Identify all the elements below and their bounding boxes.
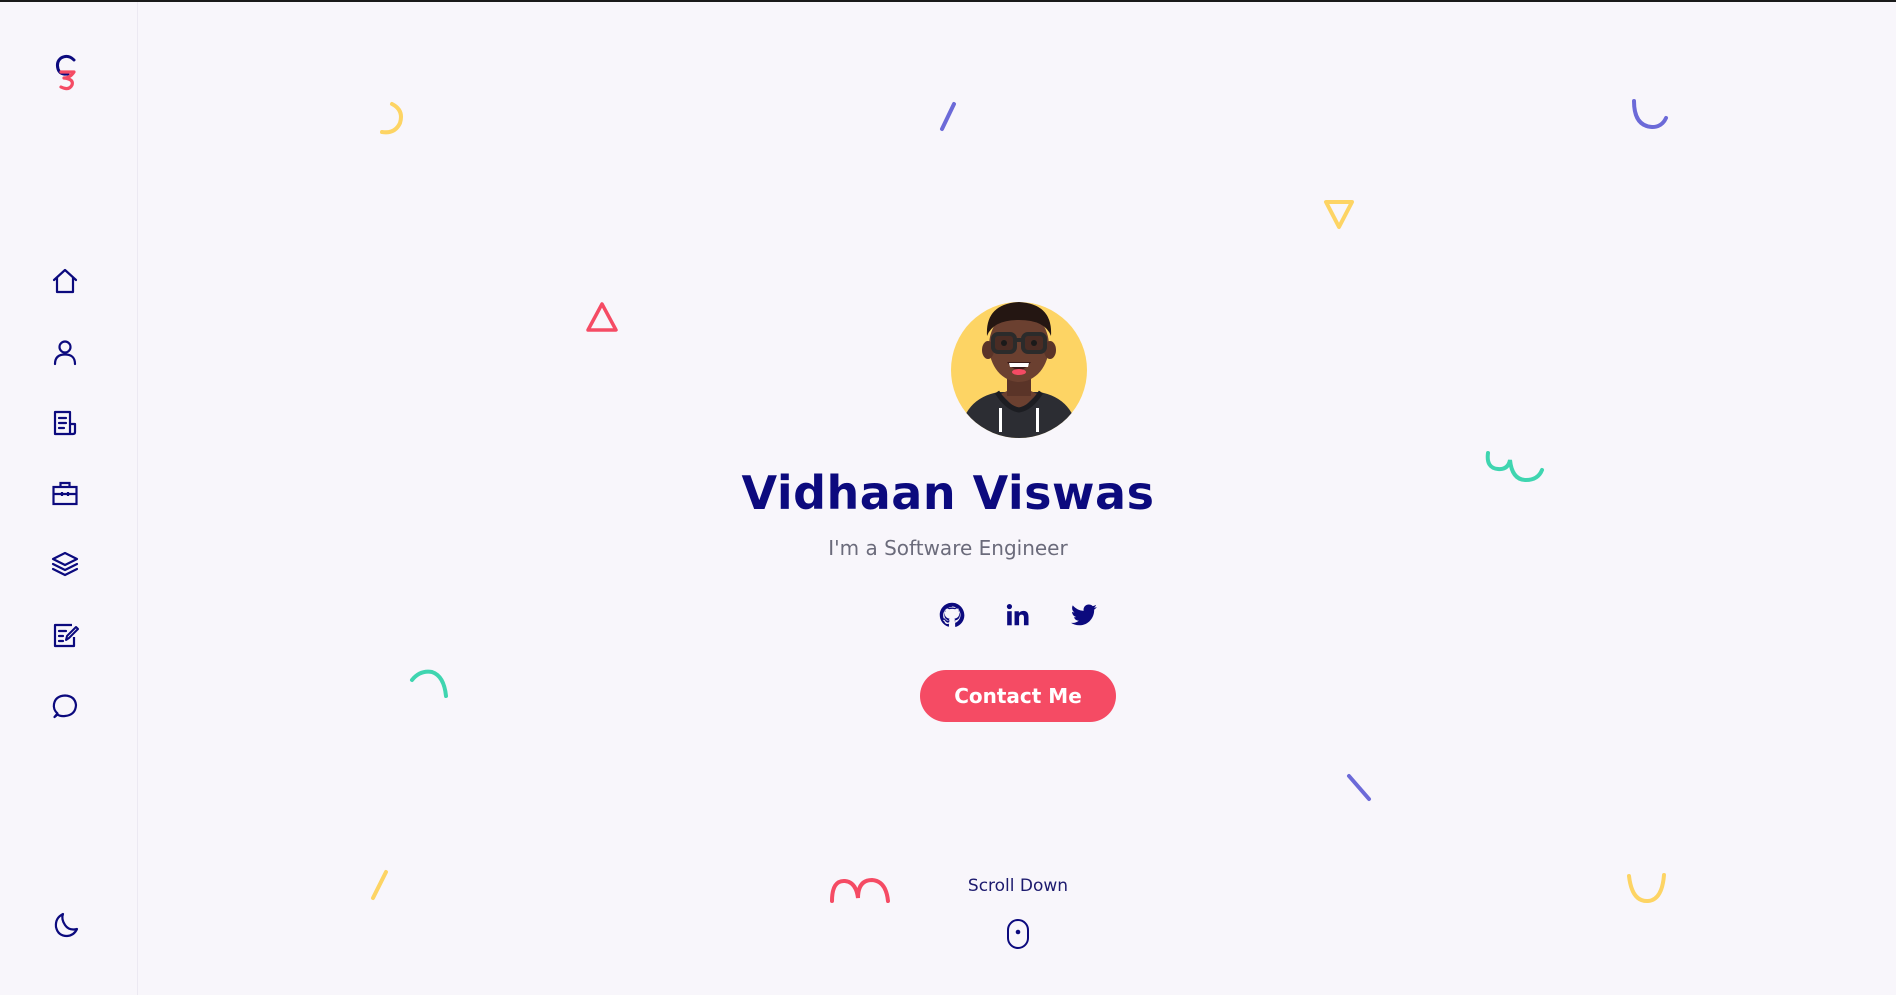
hero-name: Vidhaan Viswas xyxy=(741,466,1155,520)
theme-toggle-button[interactable] xyxy=(48,908,82,942)
logo[interactable] xyxy=(52,52,84,92)
linkedin-icon xyxy=(1006,603,1029,626)
github-link[interactable] xyxy=(936,599,968,631)
gs-logo-icon xyxy=(55,54,76,91)
mouse-scroll-icon[interactable] xyxy=(1006,918,1030,950)
user-icon xyxy=(53,340,77,366)
home-icon xyxy=(52,268,78,294)
chat-icon xyxy=(52,694,78,719)
twitter-icon xyxy=(1071,604,1097,626)
hero-subtitle: I'm a Software Engineer xyxy=(828,536,1068,560)
twitter-link[interactable] xyxy=(1068,599,1100,631)
sidebar-item-contact[interactable] xyxy=(48,689,82,723)
sidebar-item-home[interactable] xyxy=(48,264,82,298)
avatar xyxy=(951,302,1087,438)
social-links xyxy=(936,597,1100,633)
decorative-arc-shape xyxy=(380,102,403,135)
edit-icon xyxy=(53,623,79,648)
decorative-arc-shape xyxy=(1632,99,1668,130)
sidebar-item-resume[interactable] xyxy=(48,406,82,440)
scroll-down-label[interactable]: Scroll Down xyxy=(0,876,1896,896)
decorative-line-shape xyxy=(940,102,956,131)
decorative-triangle-shape xyxy=(1324,200,1354,229)
sidebar-item-blog[interactable] xyxy=(48,618,82,652)
decorative-triangle-shape xyxy=(586,302,618,332)
linkedin-link[interactable] xyxy=(1002,599,1034,631)
contact-me-button[interactable]: Contact Me xyxy=(920,670,1116,722)
moon-icon xyxy=(54,912,79,938)
decorative-line-shape xyxy=(1347,774,1371,801)
document-icon xyxy=(53,410,77,436)
github-icon xyxy=(939,602,965,627)
decorative-arc-shape xyxy=(410,669,448,698)
sidebar-item-about[interactable] xyxy=(48,335,82,369)
top-border xyxy=(0,0,1896,2)
